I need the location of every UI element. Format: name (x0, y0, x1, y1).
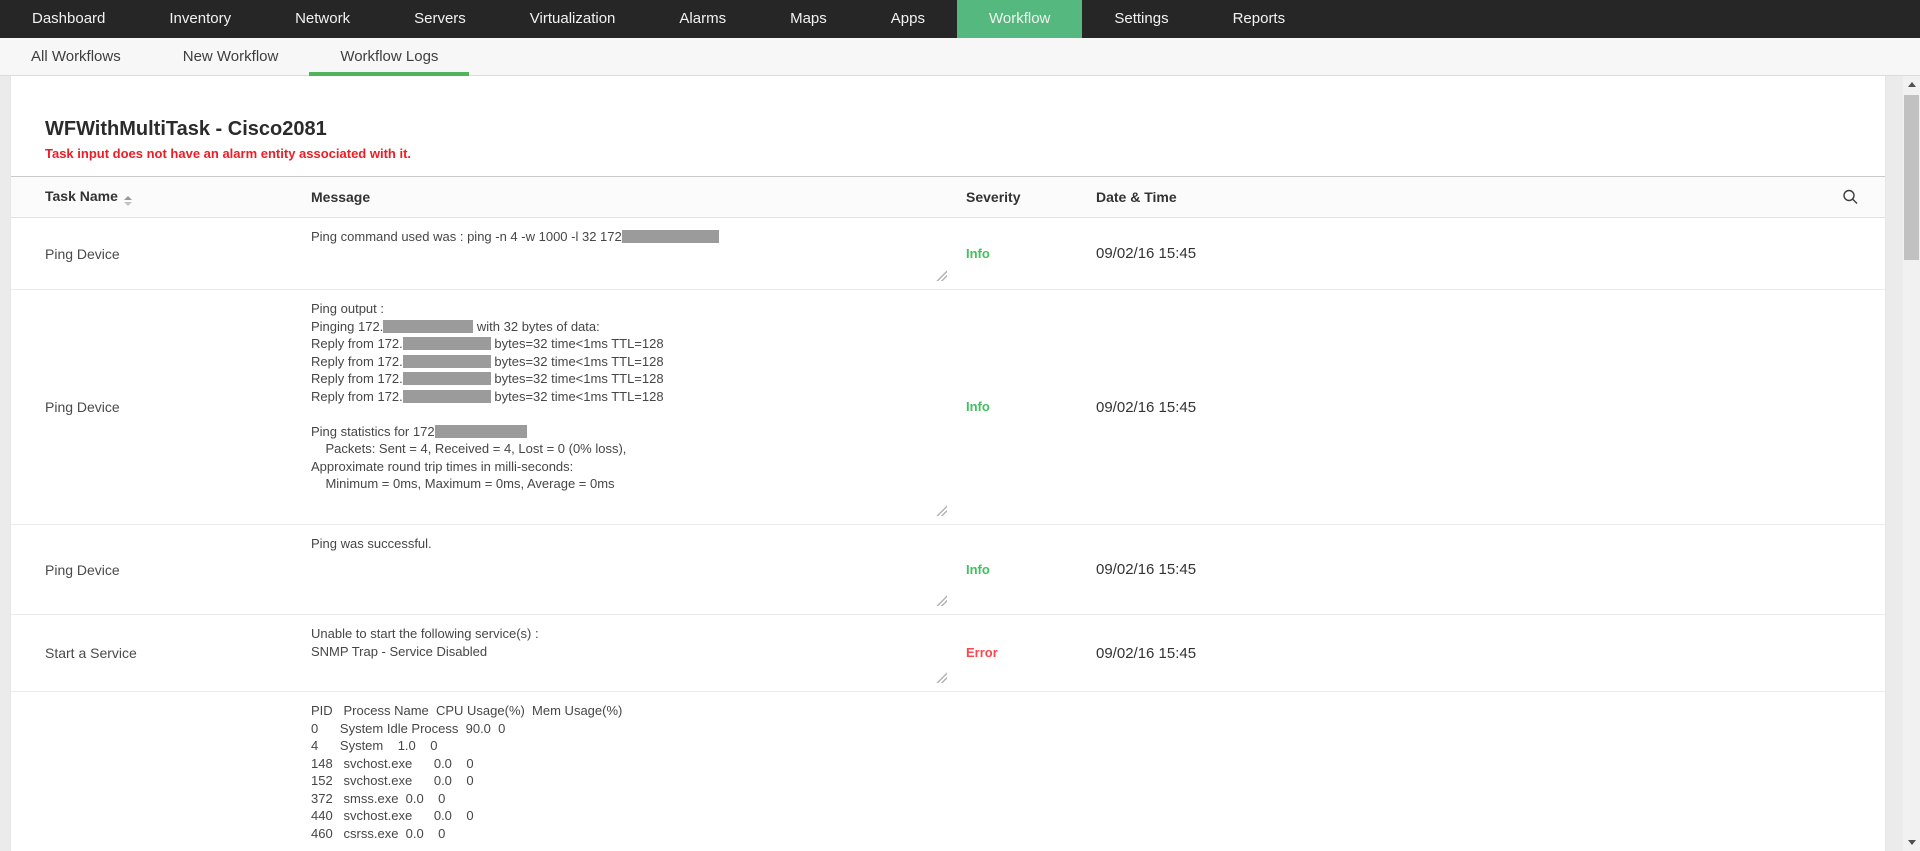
nav-item-servers[interactable]: Servers (382, 0, 498, 38)
nav-item-alarms[interactable]: Alarms (647, 0, 758, 38)
task-name-cell: Ping Device (45, 399, 120, 415)
redaction-box (402, 337, 491, 350)
subnav-item-workflow-logs[interactable]: Workflow Logs (309, 38, 470, 76)
message-text: Ping output : Pinging 172. with 32 bytes… (311, 301, 664, 491)
nav-item-maps[interactable]: Maps (758, 0, 859, 38)
table-row[interactable]: Ping Device Ping output : Pinging 172. wi… (11, 290, 1885, 525)
severity-badge: Info (966, 561, 990, 577)
severity-cell: Info (951, 561, 1081, 579)
subnav-item-all-workflows[interactable]: All Workflows (0, 38, 152, 75)
message-cell: Ping was successful. (311, 525, 951, 614)
message-text: Unable to start the following service(s)… (311, 626, 539, 659)
datetime-cell: 09/02/16 15:45 (1096, 398, 1197, 416)
redaction-box (434, 424, 527, 438)
message-cell: Unable to start the following service(s)… (311, 615, 951, 691)
workflow-log-card: WFWithMultiTask - Cisco2081 Task input d… (10, 76, 1886, 851)
resize-grip-icon[interactable] (936, 595, 947, 606)
scrollbar-thumb[interactable] (1904, 95, 1919, 260)
task-name-cell: Start a Service (45, 645, 137, 661)
severity-cell: Info (951, 245, 1081, 263)
redaction-box (621, 230, 719, 243)
nav-item-network[interactable]: Network (263, 0, 382, 38)
message-text: PID Process Name CPU Usage(%) Mem Usage(… (311, 703, 623, 841)
table-row[interactable]: Start a Service Unable to start the follo… (11, 615, 1885, 692)
column-header-datetime[interactable]: Date & Time (1081, 189, 1381, 205)
nav-item-settings[interactable]: Settings (1082, 0, 1200, 38)
redaction-box (402, 354, 491, 368)
scroll-down-icon[interactable] (1903, 834, 1920, 851)
scroll-up-icon[interactable] (1903, 76, 1920, 93)
column-header-task-name-label: Task Name (45, 188, 118, 204)
column-header-task-name[interactable]: Task Name (11, 188, 311, 206)
datetime-cell: 09/02/16 15:45 (1096, 644, 1197, 662)
message-cell: PID Process Name CPU Usage(%) Mem Usage(… (311, 692, 951, 851)
table-body: Ping Device Ping command used was : ping … (11, 218, 1885, 851)
message-cell: Ping command used was : ping -n 4 -w 100… (311, 218, 951, 289)
redaction-box (402, 389, 491, 403)
datetime-cell: 09/02/16 15:45 (1096, 245, 1197, 262)
table-row[interactable]: Ping Device Ping command used was : ping … (11, 218, 1885, 290)
column-header-message[interactable]: Message (311, 189, 951, 205)
top-nav: Dashboard Inventory Network Servers Virtuali… (0, 0, 1920, 38)
column-header-severity[interactable]: Severity (951, 189, 1081, 205)
message-text: Ping command used was : ping -n 4 -w 100… (311, 228, 951, 246)
severity-cell: Info (951, 398, 1081, 416)
message-cell: Ping output : Pinging 172. with 32 bytes… (311, 290, 951, 524)
severity-badge: Info (966, 399, 990, 414)
resize-grip-icon[interactable] (936, 270, 947, 281)
search-icon[interactable] (1842, 189, 1859, 206)
table-row[interactable]: PID Process Name CPU Usage(%) Mem Usage(… (11, 692, 1885, 851)
severity-badge: Error (966, 645, 998, 660)
nav-item-apps[interactable]: Apps (859, 0, 957, 38)
nav-item-dashboard[interactable]: Dashboard (0, 0, 137, 38)
resize-grip-icon[interactable] (936, 505, 947, 516)
table-row[interactable]: Ping Device Ping was successful. Info 09/02… (11, 525, 1885, 615)
subnav-item-new-workflow[interactable]: New Workflow (152, 38, 310, 75)
nav-item-virtualization[interactable]: Virtualization (498, 0, 648, 38)
sub-nav: All Workflows New Workflow Workflow Logs (0, 38, 1920, 76)
content-area: WFWithMultiTask - Cisco2081 Task input d… (0, 76, 1903, 851)
page-head: WFWithMultiTask - Cisco2081 Task input d… (11, 76, 1885, 161)
table-header: Task Name Message Severity Date & Time (11, 176, 1885, 218)
message-text: Ping was successful. (311, 536, 432, 551)
nav-item-inventory[interactable]: Inventory (137, 0, 263, 38)
warning-text: Task input does not have an alarm entity… (45, 146, 412, 161)
nav-item-workflow[interactable]: Workflow (956, 0, 1083, 38)
severity-badge: Info (966, 245, 990, 261)
severity-cell: Error (951, 644, 1081, 662)
task-name-cell: Ping Device (45, 561, 120, 578)
sort-icon[interactable] (123, 196, 132, 206)
redaction-box (402, 372, 491, 385)
nav-item-reports[interactable]: Reports (1201, 0, 1318, 38)
resize-grip-icon[interactable] (936, 672, 947, 683)
redaction-box (383, 319, 474, 333)
datetime-cell: 09/02/16 15:45 (1096, 561, 1197, 578)
scrollbar[interactable] (1903, 76, 1920, 851)
task-name-cell: Ping Device (45, 245, 120, 262)
page-title: WFWithMultiTask - Cisco2081 (45, 118, 327, 140)
